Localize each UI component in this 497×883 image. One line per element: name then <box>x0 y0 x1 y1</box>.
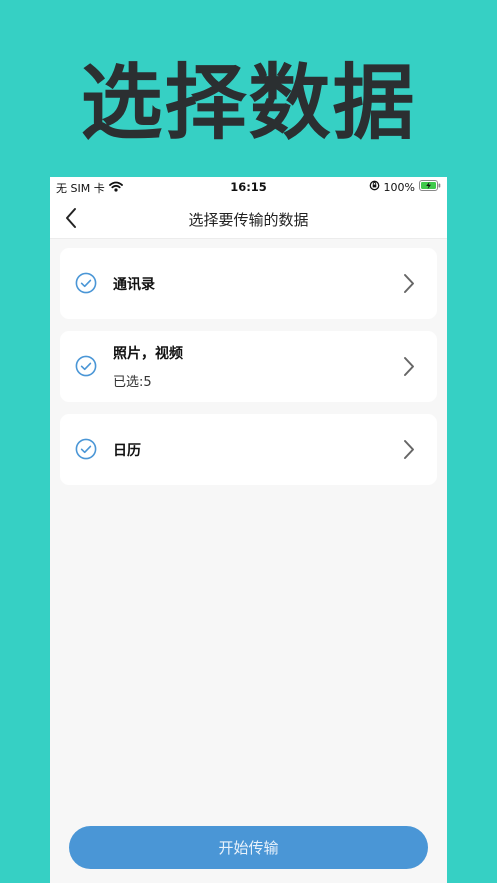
item-text: 通讯录 <box>113 248 155 319</box>
nav-bar: 选择要传输的数据 <box>50 197 447 239</box>
data-type-list: 通讯录 照片，视频 已选:5 日历 <box>50 239 447 485</box>
list-item-calendar[interactable]: 日历 <box>60 414 437 485</box>
check-circle-icon[interactable] <box>75 272 97 294</box>
item-text: 日历 <box>113 414 141 485</box>
status-bar: 无 SIM 卡 16:15 100% <box>50 177 447 197</box>
list-item-contacts[interactable]: 通讯录 <box>60 248 437 319</box>
status-right: 100% <box>369 180 441 194</box>
promo-title: 选择数据 <box>80 56 417 151</box>
chevron-right-icon <box>404 274 414 293</box>
battery-percent: 100% <box>383 180 415 194</box>
page-title: 选择要传输的数据 <box>188 211 309 229</box>
item-title: 通讯录 <box>113 276 155 293</box>
check-circle-icon[interactable] <box>75 438 97 460</box>
item-text: 照片，视频 已选:5 <box>113 331 183 402</box>
battery-charging-icon <box>419 180 441 194</box>
list-item-photos-videos[interactable]: 照片，视频 已选:5 <box>60 331 437 402</box>
rotation-lock-icon <box>369 180 380 194</box>
item-title: 日历 <box>113 442 141 459</box>
chevron-right-icon <box>404 440 414 459</box>
phone-screen: 无 SIM 卡 16:15 100% 选择要传输的数据 通讯录 照片，视频 已选… <box>50 177 447 883</box>
item-title: 照片，视频 <box>113 346 183 362</box>
item-selected-count: 已选:5 <box>113 375 152 390</box>
chevron-right-icon <box>404 357 414 376</box>
start-transfer-button[interactable]: 开始传输 <box>69 826 428 869</box>
check-circle-icon[interactable] <box>75 355 97 377</box>
